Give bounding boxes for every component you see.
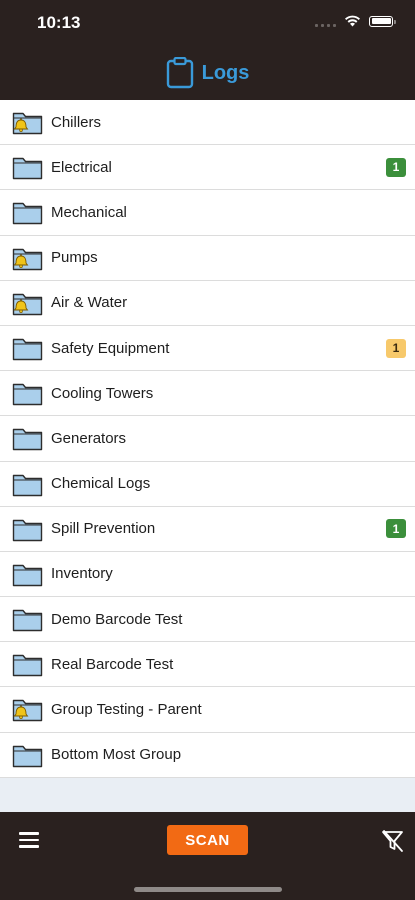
folder-bell-icon xyxy=(12,290,43,316)
folder-bell-icon xyxy=(12,696,43,722)
list-item-label: Chemical Logs xyxy=(51,475,151,493)
list-item-label: Demo Barcode Test xyxy=(51,610,183,628)
list-item[interactable]: Demo Barcode Test xyxy=(0,597,415,643)
list-item-label: Safety Equipment xyxy=(51,339,170,357)
folder-icon xyxy=(12,380,43,406)
list-item[interactable]: Generators xyxy=(0,416,415,462)
scan-button[interactable]: SCAN xyxy=(167,825,248,855)
folder-bell-icon xyxy=(12,245,43,271)
list-item-label: Air & Water xyxy=(51,294,128,312)
list-item[interactable]: Cooling Towers xyxy=(0,371,415,417)
list-footer xyxy=(0,778,415,812)
count-badge: 1 xyxy=(386,338,406,358)
list-item-label: Generators xyxy=(51,429,127,447)
list-item-label: Cooling Towers xyxy=(51,384,154,402)
wifi-icon xyxy=(345,15,360,27)
list-item[interactable]: Chemical Logs xyxy=(0,461,415,507)
nav-header: Logs xyxy=(0,46,415,100)
folder-icon xyxy=(12,471,43,497)
folder-icon xyxy=(12,199,43,225)
folder-icon xyxy=(12,561,43,587)
list-item-label: Pumps xyxy=(51,249,98,267)
list-item-label: Spill Prevention xyxy=(51,520,156,538)
list-item-label: Mechanical xyxy=(51,203,127,221)
hamburger-menu-icon[interactable] xyxy=(19,832,39,850)
folder-icon xyxy=(12,651,43,677)
group-list: Chillers Electrical 1 Mechanical Pumps Ai… xyxy=(0,100,415,778)
list-item-label: Real Barcode Test xyxy=(51,655,174,673)
list-item[interactable]: Spill Prevention 1 xyxy=(0,506,415,552)
list-item-label: Bottom Most Group xyxy=(51,746,182,764)
list-item-label: Chillers xyxy=(51,113,102,131)
count-badge: 1 xyxy=(386,157,406,177)
folder-icon xyxy=(12,154,43,180)
folder-icon xyxy=(12,606,43,632)
filter-off-icon[interactable] xyxy=(380,829,406,853)
list-item[interactable]: Group Testing - Parent xyxy=(0,687,415,733)
list-item[interactable]: Bottom Most Group xyxy=(0,732,415,778)
list-item[interactable]: Real Barcode Test xyxy=(0,642,415,688)
bottom-toolbar: SCAN xyxy=(0,812,415,900)
list-item[interactable]: Chillers xyxy=(0,100,415,146)
clipboard-icon xyxy=(166,57,193,89)
home-indicator xyxy=(134,887,282,892)
list-item[interactable]: Air & Water xyxy=(0,280,415,326)
list-item-label: Inventory xyxy=(51,565,113,583)
list-item[interactable]: Mechanical xyxy=(0,190,415,236)
list-item[interactable]: Pumps xyxy=(0,235,415,281)
count-badge: 1 xyxy=(386,519,406,539)
list-item[interactable]: Safety Equipment 1 xyxy=(0,325,415,372)
folder-icon xyxy=(12,425,43,451)
cellular-signal-icon xyxy=(315,15,336,27)
status-time: 10:13 xyxy=(37,13,81,32)
folder-bell-icon xyxy=(12,109,43,135)
list-item[interactable]: Electrical 1 xyxy=(0,145,415,191)
status-bar: 10:13 xyxy=(0,0,415,46)
list-item-label: Electrical xyxy=(51,158,112,176)
battery-icon xyxy=(369,15,396,27)
status-icons xyxy=(315,15,396,27)
list-item[interactable]: Inventory xyxy=(0,551,415,598)
folder-icon xyxy=(12,335,43,361)
page-title: Logs xyxy=(201,61,250,84)
folder-icon xyxy=(12,516,43,542)
folder-icon xyxy=(12,742,43,768)
list-item-label: Group Testing - Parent xyxy=(51,701,202,719)
